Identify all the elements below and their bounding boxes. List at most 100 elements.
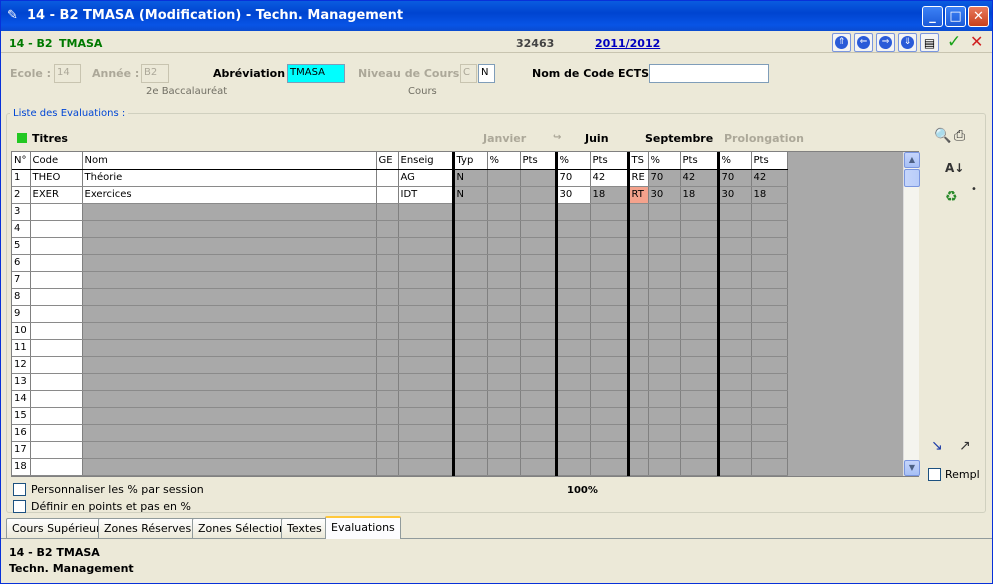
table-row[interactable]: 18 bbox=[12, 458, 788, 476]
grid-cell[interactable] bbox=[376, 458, 399, 476]
school-year-link[interactable]: 2011/2012 bbox=[595, 37, 660, 50]
grid-cell[interactable] bbox=[556, 458, 591, 476]
grid-cell[interactable] bbox=[751, 288, 788, 306]
table-row[interactable]: 17 bbox=[12, 441, 788, 459]
column-header[interactable]: Pts bbox=[590, 152, 630, 170]
grid-cell[interactable] bbox=[556, 254, 591, 272]
grid-cell[interactable] bbox=[398, 322, 455, 340]
grid-cell[interactable] bbox=[680, 203, 720, 221]
grid-cell[interactable] bbox=[398, 424, 455, 442]
column-header[interactable]: % bbox=[556, 152, 591, 170]
tab-evaluations[interactable]: Evaluations bbox=[325, 516, 401, 539]
grid-cell[interactable] bbox=[628, 220, 649, 238]
grid-cell[interactable] bbox=[376, 356, 399, 374]
grid-cell[interactable] bbox=[487, 322, 521, 340]
table-row[interactable]: 9 bbox=[12, 305, 788, 323]
grid-cell[interactable] bbox=[751, 339, 788, 357]
grid-cell[interactable] bbox=[453, 356, 488, 374]
grid-cell[interactable] bbox=[648, 424, 681, 442]
grid-cell[interactable]: 7 bbox=[12, 271, 31, 289]
table-row[interactable]: 15 bbox=[12, 407, 788, 425]
grid-cell[interactable] bbox=[718, 220, 752, 238]
grid-cell[interactable] bbox=[628, 271, 649, 289]
grid-cell[interactable] bbox=[590, 254, 630, 272]
grid-cell[interactable]: 14 bbox=[12, 390, 31, 408]
table-row[interactable]: 7 bbox=[12, 271, 788, 289]
grid-cell[interactable] bbox=[82, 356, 377, 374]
grid-cell[interactable] bbox=[556, 356, 591, 374]
grid-cell[interactable] bbox=[453, 288, 488, 306]
grid-cell[interactable] bbox=[453, 203, 488, 221]
scroll-down-button[interactable]: ▼ bbox=[904, 460, 920, 476]
vertical-scrollbar[interactable]: ▲ ▼ bbox=[903, 152, 920, 476]
grid-cell[interactable] bbox=[590, 237, 630, 255]
grid-cell[interactable]: THEO bbox=[30, 169, 83, 187]
column-header[interactable]: Nom bbox=[82, 152, 377, 170]
niveau-field-2[interactable]: N bbox=[478, 64, 495, 83]
grid-cell[interactable] bbox=[30, 220, 83, 238]
grid-cell[interactable] bbox=[82, 407, 377, 425]
grid-cell[interactable]: 13 bbox=[12, 373, 31, 391]
move-up-icon[interactable]: ↗ bbox=[959, 438, 971, 454]
grid-cell[interactable]: 70 bbox=[648, 169, 681, 187]
grid-cell[interactable] bbox=[520, 305, 558, 323]
grid-cell[interactable] bbox=[680, 407, 720, 425]
grid-cell[interactable] bbox=[398, 407, 455, 425]
grid-cell[interactable] bbox=[376, 322, 399, 340]
grid-cell[interactable] bbox=[398, 373, 455, 391]
grid-cell[interactable] bbox=[376, 407, 399, 425]
grid-cell[interactable] bbox=[648, 203, 681, 221]
grid-cell[interactable] bbox=[718, 339, 752, 357]
column-header[interactable]: Enseig bbox=[398, 152, 455, 170]
grid-cell[interactable] bbox=[718, 407, 752, 425]
grid-cell[interactable] bbox=[648, 322, 681, 340]
column-header[interactable]: N° bbox=[12, 152, 31, 170]
table-row[interactable]: 16 bbox=[12, 424, 788, 442]
grid-cell[interactable] bbox=[556, 271, 591, 289]
grid-cell[interactable] bbox=[680, 288, 720, 306]
grid-cell[interactable] bbox=[398, 305, 455, 323]
points-checkbox[interactable] bbox=[13, 500, 26, 513]
grid-cell[interactable] bbox=[30, 288, 83, 306]
grid-cell[interactable] bbox=[751, 356, 788, 374]
preview-icon[interactable]: 🔍 bbox=[934, 128, 951, 144]
column-header[interactable]: TS bbox=[628, 152, 649, 170]
scroll-thumb[interactable] bbox=[904, 169, 920, 187]
grid-cell[interactable] bbox=[628, 305, 649, 323]
grid-cell[interactable] bbox=[520, 424, 558, 442]
grid-cell[interactable] bbox=[648, 254, 681, 272]
grid-cell[interactable] bbox=[376, 254, 399, 272]
grid-cell[interactable] bbox=[751, 220, 788, 238]
grid-cell[interactable] bbox=[590, 220, 630, 238]
grid-cell[interactable] bbox=[30, 203, 83, 221]
grid-cell[interactable]: N bbox=[453, 186, 488, 204]
validate-checkmark-icon[interactable]: ✓ bbox=[947, 32, 961, 52]
grid-cell[interactable] bbox=[648, 458, 681, 476]
grid-cell[interactable] bbox=[376, 441, 399, 459]
grid-cell[interactable] bbox=[628, 407, 649, 425]
grid-cell[interactable] bbox=[628, 356, 649, 374]
grid-cell[interactable] bbox=[751, 271, 788, 289]
grid-cell[interactable] bbox=[628, 458, 649, 476]
grid-cell[interactable] bbox=[718, 441, 752, 459]
grid-cell[interactable] bbox=[453, 390, 488, 408]
grid-cell[interactable]: 42 bbox=[751, 169, 788, 187]
grid-cell[interactable] bbox=[376, 339, 399, 357]
notes-button[interactable]: ▤ bbox=[920, 33, 939, 52]
grid-cell[interactable]: RE bbox=[628, 169, 649, 187]
grid-cell[interactable]: 18 bbox=[751, 186, 788, 204]
grid-cell[interactable] bbox=[751, 407, 788, 425]
grid-cell[interactable] bbox=[398, 271, 455, 289]
grid-cell[interactable] bbox=[751, 458, 788, 476]
grid-cell[interactable]: 18 bbox=[680, 186, 720, 204]
grid-cell[interactable] bbox=[718, 288, 752, 306]
grid-cell[interactable] bbox=[487, 441, 521, 459]
grid-cell[interactable] bbox=[718, 390, 752, 408]
table-row[interactable]: 12 bbox=[12, 356, 788, 374]
grid-cell[interactable]: 42 bbox=[680, 169, 720, 187]
grid-cell[interactable] bbox=[556, 390, 591, 408]
grid-cell[interactable] bbox=[628, 288, 649, 306]
grid-cell[interactable] bbox=[30, 458, 83, 476]
table-row[interactable]: 13 bbox=[12, 373, 788, 391]
grid-cell[interactable] bbox=[30, 322, 83, 340]
